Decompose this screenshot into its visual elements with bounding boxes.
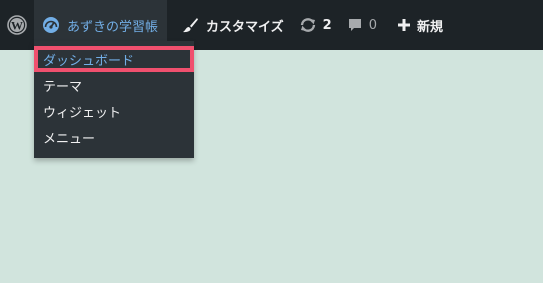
updates-link[interactable]: 2 — [284, 0, 332, 50]
submenu-item-label: ダッシュボード — [43, 53, 135, 69]
comments-link[interactable]: 0 — [332, 0, 377, 50]
wp-logo-menu[interactable]: W — [0, 0, 34, 50]
submenu-item-label: テーマ — [43, 79, 83, 95]
speech-bubble-icon — [347, 17, 363, 33]
updates-count: 2 — [322, 17, 332, 33]
wordpress-logo-icon: W — [7, 15, 27, 35]
comments-count: 0 — [368, 17, 377, 33]
new-label: 新規 — [416, 19, 443, 35]
submenu-item-label: メニュー — [43, 131, 96, 147]
site-name-label: あずきの学習帳 — [67, 19, 159, 35]
dashboard-gauge-icon — [42, 16, 60, 34]
submenu-item-dashboard[interactable]: ダッシュボード — [34, 46, 194, 72]
customize-label: カスタマイズ — [206, 19, 284, 35]
refresh-icon — [299, 16, 317, 34]
paintbrush-icon — [181, 16, 199, 34]
svg-text:W: W — [11, 19, 23, 33]
submenu-item-widgets[interactable]: ウィジェット — [34, 98, 194, 124]
submenu-item-label: ウィジェット — [43, 105, 122, 121]
submenu-item-themes[interactable]: テーマ — [34, 72, 194, 98]
site-name-submenu: ダッシュボード テーマ ウィジェット メニュー — [34, 41, 194, 158]
new-content-link[interactable]: 新規 — [377, 0, 443, 50]
plus-icon — [397, 18, 411, 32]
submenu-item-menus[interactable]: メニュー — [34, 124, 194, 150]
